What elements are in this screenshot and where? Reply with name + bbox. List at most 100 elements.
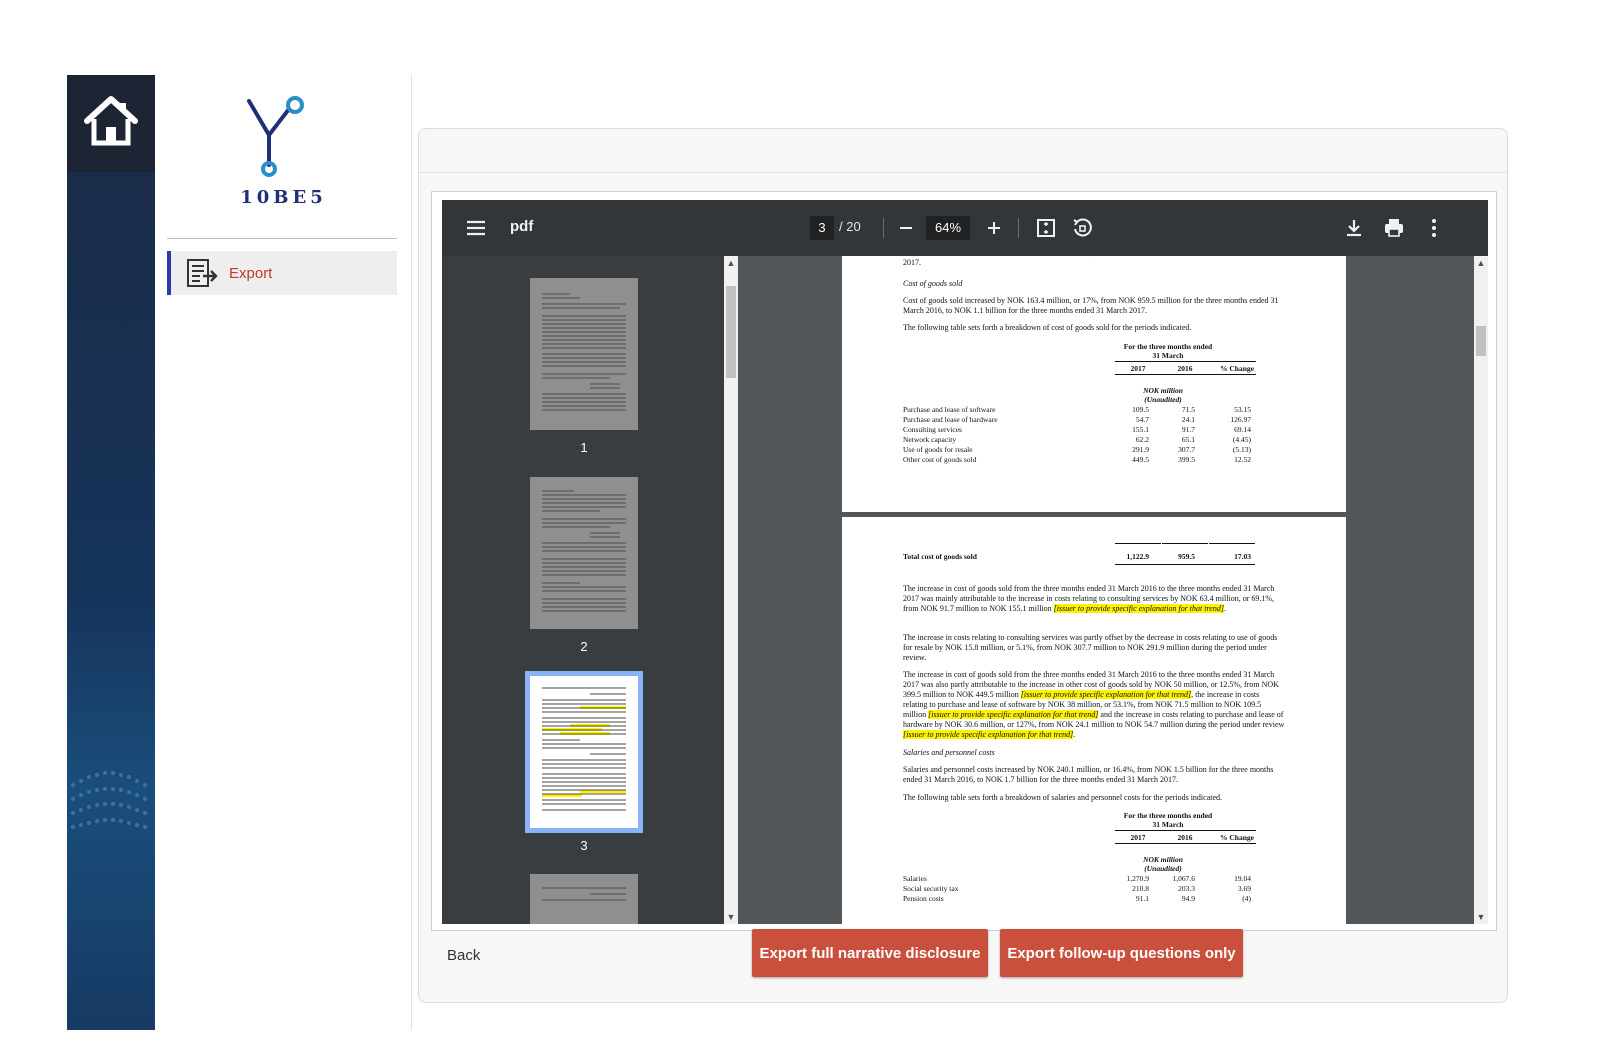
table-col-2017: 2017 (1130, 833, 1146, 842)
home-icon[interactable] (83, 95, 139, 147)
scroll-up-arrow-icon[interactable]: ▲ (724, 256, 738, 270)
table-row: Salaries 1,270.9 1,067.6 19.04 (903, 874, 1285, 884)
highlighted-placeholder: [issuer to provide specific explanation … (1020, 690, 1192, 699)
table-rule (1115, 564, 1255, 565)
document-scrollbar[interactable]: ▲ ▼ (1474, 256, 1488, 924)
cell-change: 3.69 (1237, 884, 1251, 893)
page-thumbnail-4[interactable] (530, 874, 638, 924)
cell-2017: 1,270.9 (1126, 874, 1150, 883)
rail-home-area (67, 75, 155, 172)
export-document-icon (187, 259, 218, 287)
table-rule (1209, 543, 1255, 544)
table-col-2017: 2017 (1130, 364, 1146, 373)
row-label: Social security tax (903, 884, 959, 893)
thumbnail-number: 2 (580, 639, 588, 654)
table-col-change: % Change (1220, 364, 1254, 373)
table-row: Purchase and lease of hardware 54.7 24.1 12… (903, 415, 1285, 425)
cell-2016: 91.7 (1181, 425, 1195, 434)
cell-2017: 91.1 (1135, 894, 1149, 903)
table-group-header: For the three months ended 31 March (1123, 811, 1213, 829)
zoom-out-icon[interactable] (894, 216, 918, 240)
salaries-table: Salaries 1,270.9 1,067.6 19.04 Social secur… (903, 874, 1285, 904)
page-number-input[interactable]: 3 (810, 216, 834, 240)
cell-2017: 449.5 (1132, 455, 1149, 464)
row-label: Salaries (903, 874, 927, 883)
thumbnail-sidebar: 1 2 3 (442, 256, 734, 924)
brand-name: 10BE5 (240, 187, 327, 208)
table-row: Purchase and lease of software 109.5 71.5 5… (903, 405, 1285, 415)
table-rule (1115, 361, 1256, 362)
cell-change: 69.14 (1234, 425, 1251, 434)
export-full-narrative-button[interactable]: Export full narrative disclosure (752, 929, 988, 977)
row-label: Consulting services (903, 425, 962, 434)
export-follow-up-questions-button[interactable]: Export follow-up questions only (1000, 929, 1243, 977)
page-thumbnail-3[interactable] (525, 671, 643, 833)
cell-2017: 54.7 (1135, 415, 1149, 424)
page-count: / 20 (839, 219, 861, 234)
zoom-in-icon[interactable] (982, 216, 1006, 240)
thumbnail-scrollbar[interactable]: ▲ ▼ (724, 256, 738, 924)
row-label: Other cost of goods sold (903, 455, 977, 464)
pdf-document-area[interactable]: NOK 1.4 billion for the three months end… (738, 256, 1474, 924)
row-label: Purchase and lease of software (903, 405, 996, 414)
table-unit-note: (Unaudited) (1144, 395, 1182, 404)
cell-2017: 109.5 (1132, 405, 1149, 414)
nav-item-export[interactable]: Export (167, 251, 397, 295)
highlighted-placeholder: [issuer to provide specific explanation … (903, 730, 1074, 739)
cell-2016: 399.5 (1178, 455, 1195, 464)
cell-2017: 210.8 (1132, 884, 1149, 893)
scroll-down-arrow-icon[interactable]: ▼ (724, 910, 738, 924)
cell-change: 53.15 (1234, 405, 1251, 414)
thumbnail-page-preview (542, 293, 626, 411)
download-icon[interactable] (1342, 216, 1366, 240)
paragraph-text: . (1223, 604, 1226, 613)
page-text: The following table sets forth a breakdo… (903, 323, 1192, 332)
zoom-input[interactable]: 64% (926, 216, 970, 240)
nav-item-label: Export (229, 264, 273, 282)
table-rule (1115, 374, 1256, 375)
cell-2016: 94.9 (1181, 894, 1195, 903)
app-rail (67, 75, 155, 1030)
scroll-up-arrow-icon[interactable]: ▲ (1474, 256, 1488, 270)
back-button[interactable]: Back (447, 947, 480, 964)
page-thumbnail-1[interactable] (530, 278, 638, 430)
table-unit: NOK million (1143, 855, 1183, 864)
highlighted-placeholder: [issuer to provide specific explanation … (928, 710, 1099, 719)
card-header (419, 129, 1507, 173)
cell-2016: 1,067.6 (1172, 874, 1196, 883)
table-unit-note: (Unaudited) (1144, 864, 1182, 873)
toolbar-divider (883, 218, 884, 238)
row-label: Purchase and lease of hardware (903, 415, 998, 424)
table-rule (1115, 843, 1256, 844)
table-rule (1115, 830, 1256, 831)
more-options-icon[interactable] (1422, 216, 1446, 240)
table-rule (1115, 543, 1161, 544)
fit-page-icon[interactable] (1034, 216, 1058, 240)
cell-2017: 62.2 (1135, 435, 1149, 444)
cell-change: 19.04 (1234, 874, 1251, 883)
scroll-down-arrow-icon[interactable]: ▼ (1474, 910, 1488, 924)
table-col-2016: 2016 (1177, 364, 1193, 373)
print-icon[interactable] (1382, 216, 1406, 240)
table-row: Social security tax 210.8 203.3 3.69 (903, 884, 1285, 894)
pdf-page: Total cost of goods sold 1,122.9 959.5 17.0… (842, 517, 1346, 924)
thumbnail-page-preview (542, 687, 626, 811)
thumbnail-page-preview (542, 490, 626, 612)
highlighted-placeholder: [issuer to provide specific explanation … (1053, 604, 1224, 613)
menu-icon[interactable] (464, 216, 488, 240)
page-thumbnail-2[interactable] (530, 477, 638, 629)
pdf-toolbar: pdf 3 / 20 64% (442, 200, 1488, 256)
thumbnail-number: 3 (580, 838, 588, 853)
row-label: Total cost of goods sold (903, 552, 977, 561)
side-navigation: 10BE5 Export (155, 75, 412, 1030)
section-heading: Salaries and personnel costs (903, 748, 995, 757)
page-paragraph: The increase in cost of goods sold from … (903, 670, 1285, 740)
rotate-icon[interactable] (1070, 216, 1094, 240)
section-heading: Cost of goods sold (903, 279, 963, 288)
table-col-2016: 2016 (1177, 833, 1193, 842)
row-label: Pension costs (903, 894, 944, 903)
table-group-header: For the three months ended 31 March (1123, 342, 1213, 360)
cell-change: 17.03 (1234, 552, 1251, 561)
document-scroll-thumb[interactable] (1476, 326, 1486, 356)
thumbnail-scroll-thumb[interactable] (726, 286, 736, 378)
